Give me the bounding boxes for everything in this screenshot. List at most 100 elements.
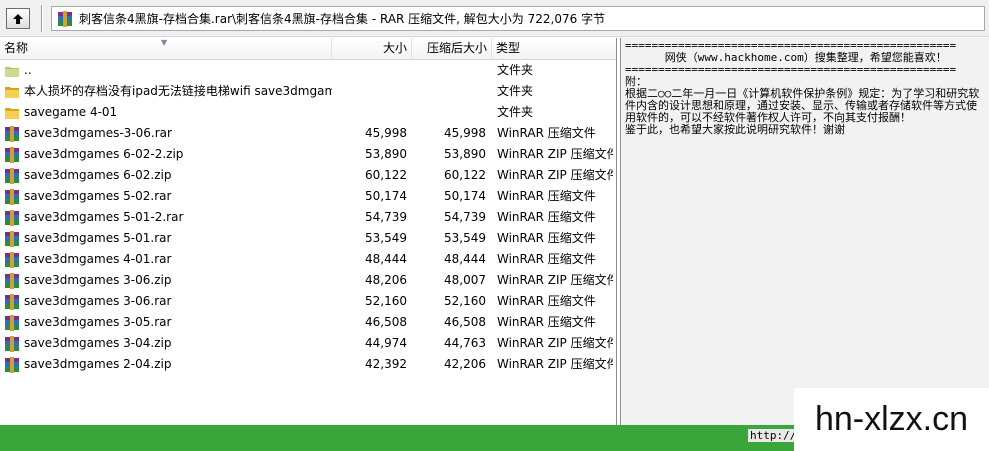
file-type: WinRAR 压缩文件 [497,126,596,140]
rar-archive-icon [4,251,24,268]
file-name: save3dmgames 6-02-2.zip [24,147,184,161]
rar-archive-icon [4,272,24,289]
file-name: save3dmgames 5-02.rar [24,189,172,203]
file-name-cell: save3dmgames 5-01-2.rar [4,207,332,228]
file-row[interactable]: save3dmgames 3-04.zip 44,974 44,763 WinRAR … [0,333,616,354]
file-packed-size: 52,160 [444,294,486,308]
file-name: save3dmgames 2-04.zip [24,357,172,371]
parent-folder-icon [4,63,24,79]
file-row[interactable]: savegame 4-01 文件夹 [0,102,616,123]
file-packed-size: 54,739 [444,210,486,224]
file-packed-size: 53,890 [444,147,486,161]
file-name: .. [24,63,32,77]
file-row[interactable]: save3dmgames-3-06.rar 45,998 45,998 WinRAR … [0,123,616,144]
file-row[interactable]: save3dmgames 3-06.rar 52,160 52,160 WinRAR … [0,291,616,312]
rar-archive-icon [4,209,24,226]
toolbar-separator [41,5,43,32]
file-name-cell: save3dmgames 3-06.zip [4,270,332,291]
file-name: save3dmgames 3-04.zip [24,336,172,350]
file-type: WinRAR 压缩文件 [497,294,596,308]
file-type: WinRAR 压缩文件 [497,189,596,203]
rar-archive-icon [4,293,24,310]
watermark-text: hn-xlzx.cn [814,400,969,438]
file-packed-size: 45,998 [444,126,486,140]
file-name-cell: save3dmgames 4-01.rar [4,249,332,270]
file-name-cell: save3dmgames 6-02-2.zip [4,144,332,165]
file-type: WinRAR 压缩文件 [497,315,596,329]
file-row[interactable]: save3dmgames 3-06.zip 48,206 48,007 WinRAR … [0,270,616,291]
file-packed-size: 42,206 [444,357,486,371]
file-name-cell: .. [4,60,332,81]
archive-comment-panel[interactable]: ========================================… [620,38,989,425]
rar-archive-icon [4,125,24,142]
path-field[interactable]: 刺客信条4黑旗-存档合集.rar\刺客信条4黑旗-存档合集 - RAR 压缩文件… [51,6,985,31]
file-name-cell: save3dmgames-3-06.rar [4,123,332,144]
file-packed-size: 53,549 [444,231,486,245]
file-packed-size: 46,508 [444,315,486,329]
file-size: 42,392 [365,357,407,371]
file-type: WinRAR ZIP 压缩文件 [497,273,613,287]
up-one-level-button[interactable] [6,8,30,29]
column-header-packed[interactable]: 压缩后大小 [412,38,492,59]
rar-archive-icon [4,188,24,205]
file-row[interactable]: save3dmgames 2-04.zip 42,392 42,206 WinRAR … [0,354,616,375]
file-name-cell: save3dmgames 5-02.rar [4,186,332,207]
rar-archive-icon [4,230,24,247]
comment-line: ========================================… [625,63,957,76]
file-row[interactable]: save3dmgames 5-01.rar 53,549 53,549 WinRAR … [0,228,616,249]
file-size: 54,739 [365,210,407,224]
status-url-text: http:// [748,429,799,442]
file-row[interactable]: save3dmgames 4-01.rar 48,444 48,444 WinRAR … [0,249,616,270]
file-packed-size: 60,122 [444,168,486,182]
file-name: save3dmgames 3-06.zip [24,273,172,287]
file-row[interactable]: save3dmgames 5-01-2.rar 54,739 54,739 WinRA… [0,207,616,228]
file-name-cell: 本人损坏的存档没有ipad无法链接电梯wifi save3dmgames [4,81,332,102]
file-size: 52,160 [365,294,407,308]
file-name: save3dmgames 3-06.rar [24,294,172,308]
file-size: 44,974 [365,336,407,350]
file-size: 46,508 [365,315,407,329]
file-size: 53,549 [365,231,407,245]
file-name-cell: save3dmgames 6-02.zip [4,165,332,186]
file-type: WinRAR ZIP 压缩文件 [497,336,613,350]
file-name: save3dmgames 5-01-2.rar [24,210,184,224]
file-name-cell: save3dmgames 3-04.zip [4,333,332,354]
file-size: 48,206 [365,273,407,287]
column-header-type[interactable]: 类型 [492,38,616,59]
file-row[interactable]: save3dmgames 6-02-2.zip 53,890 53,890 WinRA… [0,144,616,165]
file-row[interactable]: .. 文件夹 [0,60,616,81]
file-name: save3dmgames 6-02.zip [24,168,172,182]
watermark: hn-xlzx.cn [794,388,989,451]
file-packed-size: 50,174 [444,189,486,203]
comment-line: 鉴于此，也希望大家按此说明研究软件！谢谢 [625,123,845,136]
sort-indicator-icon: ▼ [161,38,168,47]
file-name: save3dmgames 3-05.rar [24,315,172,329]
rar-archive-icon [4,356,24,373]
file-name-cell: save3dmgames 3-06.rar [4,291,332,312]
rar-archive-icon [4,335,24,352]
column-header-size[interactable]: 大小 [332,38,412,59]
file-type: WinRAR ZIP 压缩文件 [497,357,613,371]
file-size: 50,174 [365,189,407,203]
file-name: save3dmgames 4-01.rar [24,252,172,266]
file-name-cell: savegame 4-01 [4,102,332,123]
file-name: savegame 4-01 [24,105,118,119]
rar-archive-icon [4,167,24,184]
file-type: WinRAR ZIP 压缩文件 [497,168,613,182]
file-row[interactable]: save3dmgames 3-05.rar 46,508 46,508 WinRAR … [0,312,616,333]
file-list[interactable]: 名称 ▼ 大小 压缩后大小 类型 .. 文件夹本人损坏的存档没有ipad无法链接电… [0,38,617,425]
file-row[interactable]: 本人损坏的存档没有ipad无法链接电梯wifi save3dmgames 文件夹 [0,81,616,102]
file-row[interactable]: save3dmgames 5-02.rar 50,174 50,174 WinRAR … [0,186,616,207]
file-size: 53,890 [365,147,407,161]
file-name-cell: save3dmgames 5-01.rar [4,228,332,249]
folder-icon [4,84,24,100]
file-name: save3dmgames 5-01.rar [24,231,172,245]
comment-line: 根据二○○二年一月一日《计算机软件保护条例》规定：为了学习和研究软件内含的设计思… [625,87,980,124]
file-packed-size: 44,763 [444,336,486,350]
list-header: 名称 ▼ 大小 压缩后大小 类型 [0,38,616,60]
file-type: 文件夹 [497,63,534,77]
file-row[interactable]: save3dmgames 6-02.zip 60,122 60,122 WinRAR … [0,165,616,186]
file-name: save3dmgames-3-06.rar [24,126,172,140]
rar-archive-icon [4,146,24,163]
file-type: WinRAR ZIP 压缩文件 [497,147,613,161]
